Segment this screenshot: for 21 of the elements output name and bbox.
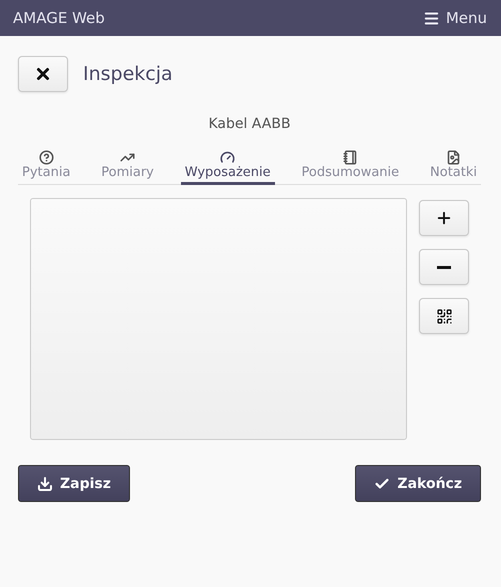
- save-button[interactable]: Zapisz: [18, 465, 130, 502]
- close-button[interactable]: [18, 56, 68, 92]
- notebook-icon: [342, 150, 358, 165]
- subject-label: Kabel AABB: [207, 116, 292, 132]
- question-icon: [38, 150, 54, 165]
- app-brand: AMAGE Web: [13, 9, 105, 27]
- finish-button[interactable]: Zakończ: [355, 465, 481, 502]
- tab[interactable]: Wyposażenie: [180, 150, 275, 185]
- plus-icon: [435, 209, 453, 227]
- download-icon: [37, 476, 53, 492]
- remove-button[interactable]: [419, 249, 469, 285]
- add-button[interactable]: [419, 200, 469, 236]
- menu-icon: [422, 10, 440, 26]
- close-icon: [34, 65, 52, 83]
- qr-code-icon: [436, 308, 452, 324]
- qr-code-button[interactable]: [419, 298, 469, 334]
- page-title: Inspekcja: [83, 63, 173, 85]
- minus-icon: [437, 266, 451, 268]
- menu-button[interactable]: Menu: [422, 9, 487, 27]
- gauge-icon: [220, 150, 236, 165]
- image-file-icon: [446, 150, 461, 165]
